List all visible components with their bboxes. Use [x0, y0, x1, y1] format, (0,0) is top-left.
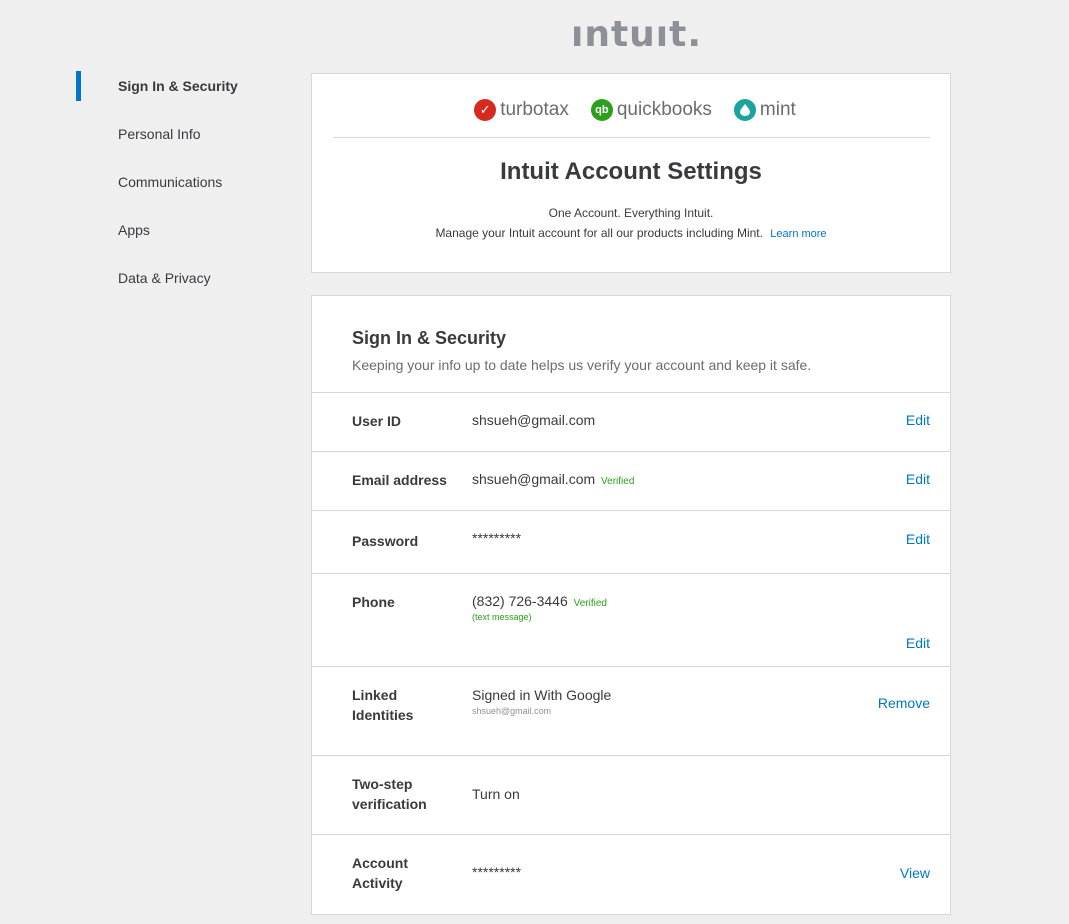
sign-in-security-card: Sign In & Security Keeping your info up … — [311, 295, 951, 915]
section-header: Sign In & Security Keeping your info up … — [352, 328, 811, 373]
section-title: Sign In & Security — [352, 328, 507, 348]
row-label: User ID — [352, 413, 402, 429]
product-name: quickbooks — [616, 99, 712, 120]
row-value: ********* — [472, 864, 522, 880]
row-linked-identities: Linked Identities Signed in With Google … — [312, 666, 950, 755]
label-line-2: Activity — [352, 875, 403, 891]
sidebar-item-sign-in-security[interactable]: Sign In & Security — [76, 70, 296, 118]
logo-text: ıntuıt — [571, 14, 688, 55]
phone-value: (832) 726-3446 — [472, 593, 568, 609]
product-name: mint — [759, 99, 796, 120]
learn-more-link[interactable]: Learn more — [770, 228, 826, 240]
row-label: Linked Identities — [352, 685, 452, 725]
intuit-logo[interactable]: ıntuıt. — [571, 14, 702, 55]
row-phone: Phone (832) 726-3446 Verified (text mess… — [312, 573, 950, 666]
product-name: turbotax — [500, 99, 569, 120]
page: ıntuıt. Sign In & Security Personal Info… — [0, 0, 1069, 924]
logo-dot: . — [687, 14, 703, 55]
description: Manage your Intuit account for all our p… — [312, 226, 950, 240]
product-logos: ✓ turbotax qb quickbooks mint — [312, 94, 950, 126]
tagline: One Account. Everything Intuit. — [548, 206, 714, 220]
label-line-2: verification — [352, 796, 427, 812]
row-label: Password — [352, 533, 419, 549]
label-line-1: Linked — [352, 687, 398, 703]
sidebar-item-communications[interactable]: Communications — [76, 166, 296, 214]
page-title: Intuit Account Settings — [500, 158, 762, 185]
label-line-1: Two-step — [352, 776, 413, 792]
row-value: shsueh@gmail.com — [472, 412, 596, 428]
edit-user-id-button[interactable]: Edit — [906, 412, 930, 428]
divider — [333, 137, 930, 138]
row-label: Phone — [352, 594, 395, 610]
row-two-step: Two-step verification Turn on — [312, 755, 950, 834]
row-value: shsueh@gmail.com Verified — [472, 471, 634, 487]
description-text: Manage your Intuit account for all our p… — [435, 226, 763, 240]
check-mark-icon: ✓ — [474, 99, 497, 121]
linked-provider: Signed in With Google — [472, 687, 612, 703]
sidebar-item-apps[interactable]: Apps — [76, 214, 296, 262]
edit-email-button[interactable]: Edit — [906, 471, 930, 487]
row-label: Account Activity — [352, 853, 452, 893]
row-email: Email address shsueh@gmail.com Verified … — [312, 451, 950, 510]
label-line-1: Account — [352, 855, 408, 871]
sidebar-item-personal-info[interactable]: Personal Info — [76, 118, 296, 166]
product-turbotax: ✓ turbotax — [474, 99, 569, 121]
row-account-activity: Account Activity ********* View — [312, 834, 950, 915]
sidebar-nav: Sign In & Security Personal Info Communi… — [76, 70, 296, 310]
account-header-card: ✓ turbotax qb quickbooks mint Intuit Acc… — [311, 73, 951, 273]
row-password: Password ********* Edit — [312, 510, 950, 573]
verified-badge: Verified — [573, 598, 607, 609]
view-account-activity-button[interactable]: View — [900, 865, 930, 881]
verified-badge: Verified — [601, 476, 635, 487]
row-user-id: User ID shsueh@gmail.com Edit — [312, 392, 950, 451]
row-label: Email address — [352, 472, 447, 488]
row-value: (832) 726-3446 Verified (text message) — [472, 593, 607, 622]
leaf-icon — [733, 99, 756, 121]
sidebar-item-data-privacy[interactable]: Data & Privacy — [76, 262, 296, 310]
qb-icon: qb — [590, 99, 613, 121]
label-line-2: Identities — [352, 707, 414, 723]
linked-account-email: shsueh@gmail.com — [472, 706, 552, 716]
row-value: ********* — [472, 530, 522, 546]
edit-phone-button[interactable]: Edit — [906, 635, 930, 651]
product-mint: mint — [733, 99, 796, 121]
email-value: shsueh@gmail.com — [472, 471, 596, 487]
row-label: Two-step verification — [352, 774, 452, 814]
edit-password-button[interactable]: Edit — [906, 531, 930, 547]
turn-on-two-step-link[interactable]: Turn on — [472, 786, 520, 802]
product-quickbooks: qb quickbooks — [590, 99, 712, 121]
remove-linked-identity-button[interactable]: Remove — [878, 695, 930, 711]
phone-method-note: (text message) — [472, 612, 532, 622]
row-value: Signed in With Google shsueh@gmail.com — [472, 687, 611, 716]
section-subtitle: Keeping your info up to date helps us ve… — [352, 357, 812, 373]
